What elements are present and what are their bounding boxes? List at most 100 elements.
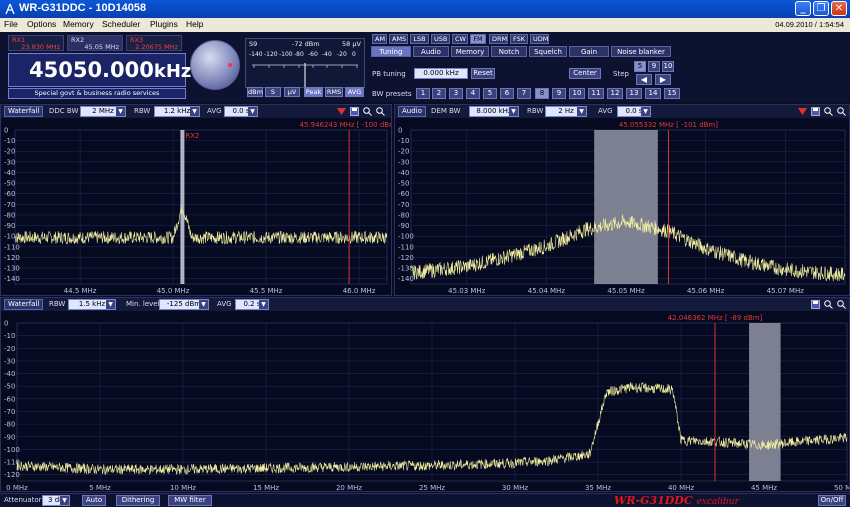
ddc-waterfall-button[interactable]: Waterfall — [4, 106, 44, 117]
mode-am-button[interactable]: AM — [372, 34, 387, 44]
audio-mode-button[interactable]: Audio — [398, 106, 426, 117]
mode-drm-button[interactable]: DRM — [489, 34, 508, 44]
smeter-scale-20: -20 — [337, 51, 347, 58]
step-5-button[interactable]: 5 — [634, 61, 646, 72]
bw-preset-6[interactable]: 6 — [500, 88, 514, 99]
bw-preset-5[interactable]: 5 — [483, 88, 497, 99]
auto-button[interactable]: Auto — [82, 495, 106, 506]
step-10-button[interactable]: 10 — [662, 61, 674, 72]
on-off-button[interactable]: On/Off — [818, 495, 846, 506]
zoom-in-icon[interactable] — [824, 300, 833, 309]
ddc-bw-select[interactable]: 2 MHz ▼ — [80, 106, 126, 117]
menu-file[interactable]: File — [4, 19, 18, 29]
wideband-spectrum-plot[interactable]: 0-10-20-30-40-50-60-70-80-90-100-110-120… — [1, 311, 849, 492]
smeter-rms-button[interactable]: RMS — [325, 87, 343, 97]
y-tick-label: -40 — [4, 370, 15, 378]
dem-bw-select[interactable]: 8.000 kHz ▼ — [469, 106, 519, 117]
ddc-toolbar: Waterfall DDC BW 2 MHz ▼ RBW 1.2 kHz ▼ AVG… — [1, 105, 391, 118]
mode-usb-button[interactable]: USB — [431, 34, 450, 44]
bw-preset-1[interactable]: 1 — [416, 88, 430, 99]
bw-preset-14[interactable]: 14 — [645, 88, 661, 99]
menu-memory[interactable]: Memory — [63, 19, 94, 29]
marker-icon[interactable] — [337, 107, 346, 116]
dithering-button[interactable]: Dithering — [116, 495, 160, 506]
menu-scheduler[interactable]: Scheduler — [102, 19, 140, 29]
smeter-dbm: -72 dBm — [292, 40, 320, 48]
zoom-in-icon[interactable] — [824, 107, 833, 116]
bw-preset-7[interactable]: 7 — [517, 88, 531, 99]
bw-preset-3[interactable]: 3 — [449, 88, 463, 99]
marker-icon[interactable] — [798, 107, 807, 116]
mode-fm-button[interactable]: FM — [470, 34, 486, 44]
center-button[interactable]: Center — [569, 68, 601, 79]
frequency-display[interactable]: 45050.000kHz — [8, 53, 191, 87]
mode-ams-button[interactable]: AMS — [389, 34, 408, 44]
tab-noise-blanker[interactable]: Noise blanker — [611, 46, 671, 57]
step-up-button[interactable]: ▶ — [655, 74, 671, 85]
reset-button[interactable]: Reset — [471, 68, 495, 79]
step-9-button[interactable]: 9 — [648, 61, 660, 72]
mw-filter-button[interactable]: MW filter — [168, 495, 212, 506]
tuning-knob[interactable] — [190, 40, 240, 90]
minimize-button[interactable]: _ — [795, 1, 811, 16]
ddc-rbw-select[interactable]: 1.2 kHz ▼ — [154, 106, 200, 117]
wideband-avg-value: 0.2 s — [243, 300, 261, 308]
mode-lsb-button[interactable]: LSB — [410, 34, 429, 44]
zoom-out-icon[interactable] — [376, 107, 385, 116]
bw-preset-12[interactable]: 12 — [607, 88, 623, 99]
tab-memory[interactable]: Memory — [451, 46, 489, 57]
bw-preset-2[interactable]: 2 — [432, 88, 446, 99]
tab-audio[interactable]: Audio — [413, 46, 449, 57]
tab-gain[interactable]: Gain — [569, 46, 609, 57]
rx1-tab[interactable]: RX1 23.830 MHz — [8, 35, 64, 51]
bw-preset-11[interactable]: 11 — [588, 88, 604, 99]
bw-preset-4[interactable]: 4 — [466, 88, 480, 99]
save-icon[interactable] — [811, 107, 820, 116]
smeter-dbm-button[interactable]: dBm — [247, 87, 263, 97]
mode-cw-button[interactable]: CW — [452, 34, 468, 44]
bw-preset-9[interactable]: 9 — [552, 88, 566, 99]
bw-preset-8[interactable]: 8 — [535, 88, 549, 99]
bw-preset-10[interactable]: 10 — [569, 88, 585, 99]
tab-squelch[interactable]: Squelch — [529, 46, 567, 57]
menu-help[interactable]: Help — [186, 19, 203, 29]
step-down-button[interactable]: ◀ — [636, 74, 652, 85]
rx2-tab[interactable]: RX2 45.05 MHz — [67, 35, 123, 51]
smeter-uv-button[interactable]: µV — [284, 87, 300, 97]
wideband-waterfall-button[interactable]: Waterfall — [4, 299, 44, 310]
smeter-scale-40: -40 — [322, 51, 332, 58]
menu-plugins[interactable]: Plugins — [150, 19, 178, 29]
audio-rbw-select[interactable]: 2 Hz ▼ — [545, 106, 587, 117]
mode-udm-button[interactable]: UDM — [530, 34, 549, 44]
audio-avg-select[interactable]: 0.0 s ▼ — [617, 106, 651, 117]
smeter-avg-button[interactable]: AVG — [345, 87, 364, 97]
attenuator-label: Attenuator — [4, 496, 42, 504]
wideband-avg-label: AVG — [217, 300, 232, 308]
smeter-peak-button[interactable]: Peak — [304, 87, 323, 97]
zoom-out-icon[interactable] — [837, 107, 846, 116]
tab-tuning[interactable]: Tuning — [371, 46, 411, 57]
close-button[interactable]: ✕ — [831, 1, 847, 16]
rx2-name: RX2 — [71, 36, 85, 44]
rx3-tab[interactable]: RX3 2.20675 MHz — [126, 35, 182, 51]
attenuator-select[interactable]: 3 dB ▼ — [42, 495, 70, 506]
mode-fsk-button[interactable]: FSK — [510, 34, 528, 44]
ddc-avg-select[interactable]: 0.0 s ▼ — [224, 106, 258, 117]
tab-notch[interactable]: Notch — [491, 46, 527, 57]
save-icon[interactable] — [811, 300, 820, 309]
bw-preset-15[interactable]: 15 — [664, 88, 680, 99]
wideband-avg-select[interactable]: 0.2 s ▼ — [235, 299, 269, 310]
audio-spectrum-plot[interactable]: 0 -10 -20 -30 -40 -50 -60 -70 -80 -90 -100 -110 -120… — [395, 118, 849, 296]
min-level-select[interactable]: -125 dBm ▼ — [159, 299, 209, 310]
bw-preset-13[interactable]: 13 — [626, 88, 642, 99]
wideband-rbw-select[interactable]: 1.5 kHz ▼ — [68, 299, 116, 310]
smeter-s-button[interactable]: S — [265, 87, 281, 97]
pb-tuning-field[interactable]: 0.000 kHz — [414, 68, 468, 79]
zoom-in-icon[interactable] — [363, 107, 372, 116]
menu-options[interactable]: Options — [27, 19, 56, 29]
ddc-spectrum-plot[interactable]: 0-10-20-30-40-50-60-70-80-90-100-110-120… — [1, 118, 391, 296]
save-icon[interactable] — [350, 107, 359, 116]
y-tick-label: -30 — [4, 158, 15, 166]
zoom-out-icon[interactable] — [837, 300, 846, 309]
maximize-button[interactable]: ❐ — [813, 1, 829, 16]
